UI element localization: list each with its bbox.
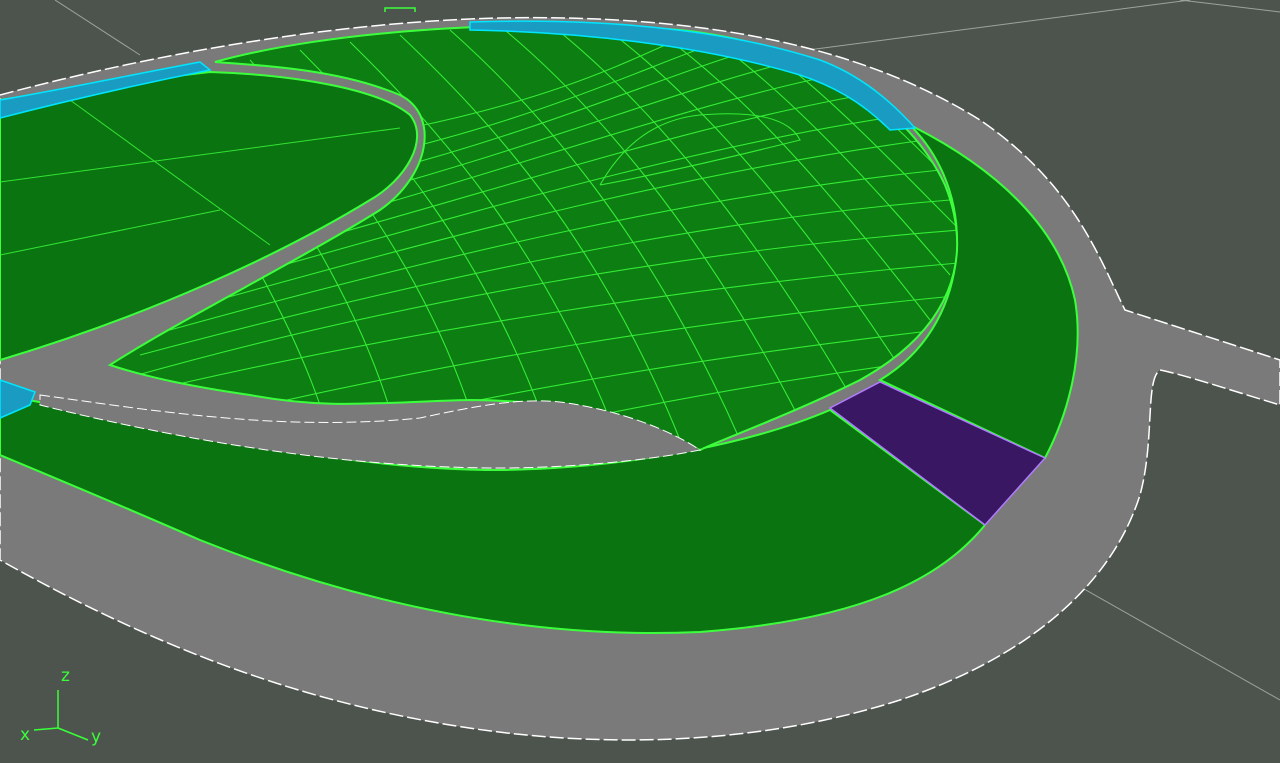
3d-viewport[interactable]: z x y [0,0,1280,763]
z-axis-label: z [61,666,70,686]
y-axis-label: y [91,727,101,747]
x-axis-label: x [20,725,30,745]
scene-canvas[interactable]: z x y [0,0,1280,763]
